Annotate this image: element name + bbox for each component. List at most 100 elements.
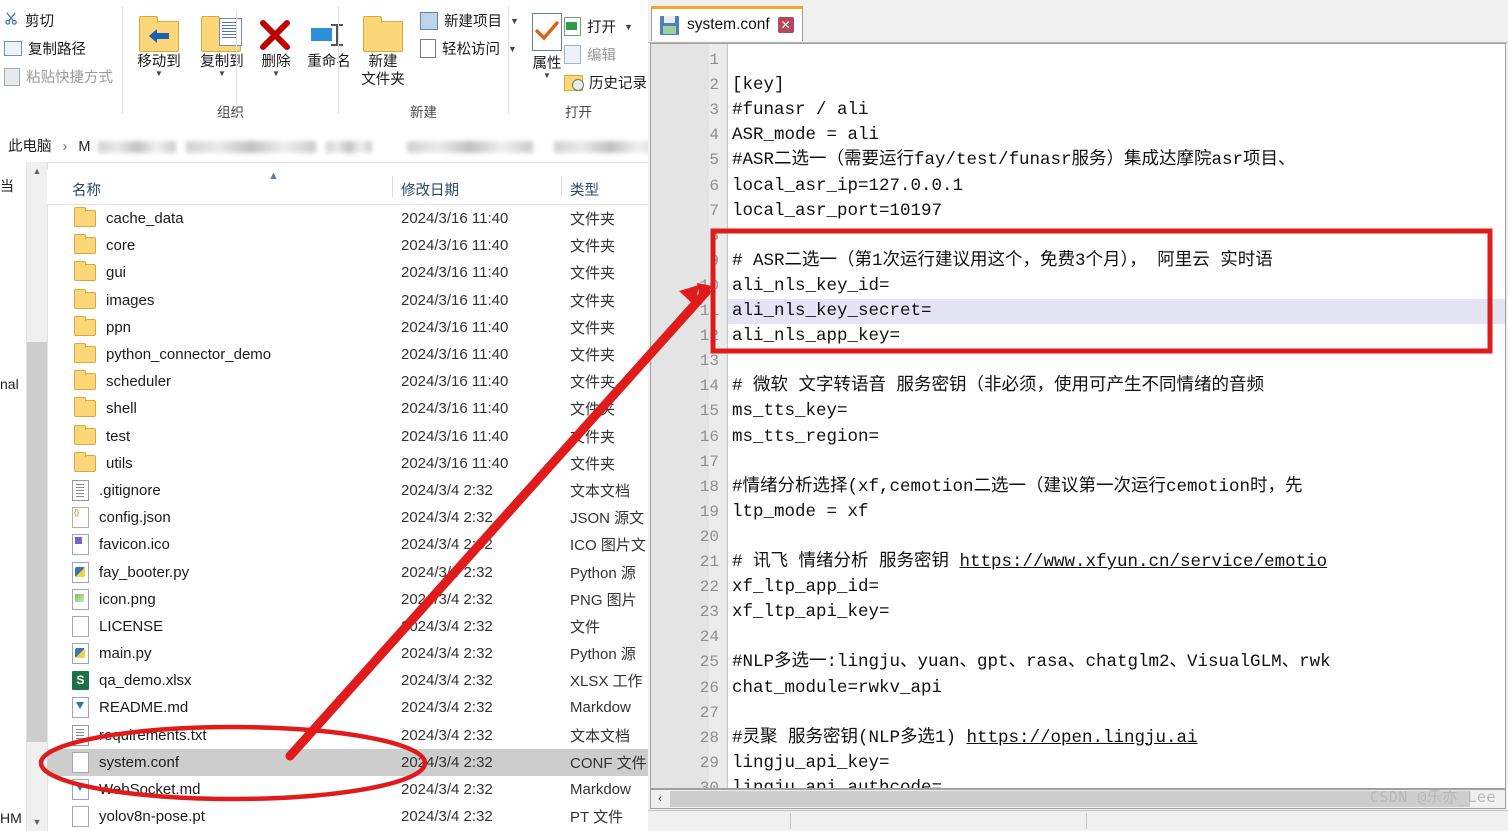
table-row[interactable]: README.md 2024/3/4 2:32 Markdow	[47, 694, 648, 721]
code-line[interactable]: ms_tts_key=	[732, 399, 848, 424]
file-name-label: WebSocket.md	[99, 781, 201, 799]
code-line[interactable]: # 讯飞 情绪分析 服务密钥 https://www.xfyun.cn/serv…	[732, 550, 1327, 575]
file-list[interactable]: cache_data 2024/3/16 11:40 文件夹 core 2024/3/1…	[47, 205, 648, 831]
code-line[interactable]: #NLP多选一:lingju、yuan、gpt、rasa、chatglm2、Vi…	[732, 650, 1331, 675]
ribbon-move-to-button[interactable]: 移动到 ▼	[128, 16, 190, 78]
file-name-label: test	[106, 427, 131, 445]
code-line[interactable]: ms_tts_region=	[732, 425, 879, 450]
code-line[interactable]: ASR_mode = ali	[732, 123, 879, 148]
code-link[interactable]: https://www.xfyun.cn/service/emotio	[960, 552, 1328, 572]
code-line[interactable]: #灵聚 服务密钥(NLP多选1) https://open.lingju.ai	[732, 726, 1198, 751]
ribbon-copy-path-button[interactable]: 复制路径	[4, 38, 86, 59]
file-name-label: config.json	[99, 509, 171, 527]
close-icon[interactable]: ✕	[777, 17, 794, 33]
scroll-left-arrow-icon[interactable]: ‹	[651, 790, 669, 808]
code-line[interactable]: local_asr_port=10197	[732, 199, 942, 224]
editor-tab-system-conf[interactable]: system.conf ✕	[651, 6, 803, 41]
file-date-cell: 2024/3/16 11:40	[401, 373, 509, 391]
code-line[interactable]: lingju_api_authcode=	[732, 776, 942, 788]
code-line[interactable]: lingju_api_key=	[732, 751, 890, 776]
table-row[interactable]: icon.png 2024/3/4 2:32 PNG 图片	[47, 586, 648, 613]
breadcrumb-redacted-4	[406, 141, 533, 154]
code-line[interactable]: #ASR二选一（需要运行fay/test/funasr服务）集成达摩院asr项目…	[732, 148, 1296, 173]
ribbon-new-folder-button[interactable]: 新建 文件夹	[351, 16, 415, 88]
navigation-pane[interactable]: 当 nal HM	[0, 162, 26, 831]
nav-fragment-3[interactable]: HM	[0, 810, 22, 826]
code-line[interactable]: ali_nls_key_secret=	[732, 299, 932, 324]
ribbon-copy-to-button[interactable]: 复制到 ▼	[191, 16, 253, 78]
address-bar[interactable]: 此电脑 › M	[0, 126, 648, 163]
column-divider-2[interactable]	[561, 176, 562, 197]
code-line-text: ali_nls_app_key=	[732, 326, 901, 347]
code-line[interactable]: chat_module=rwkv_api	[732, 676, 942, 701]
table-row[interactable]: shell 2024/3/16 11:40 文件夹	[47, 395, 648, 422]
table-row[interactable]: fay_booter.py 2024/3/4 2:32 Python 源	[47, 558, 648, 585]
table-row[interactable]: LICENSE 2024/3/4 2:32 文件	[47, 613, 648, 640]
code-area[interactable]: 1 2 3 4 5 6 7 8 9 10 11 12 13 14 15 16 17 18 19 20 21 22 23 24 2…	[650, 43, 1506, 789]
table-row[interactable]: gui 2024/3/16 11:40 文件夹	[47, 259, 648, 286]
code-line[interactable]: # ASR二选一（第1次运行建议用这个，免费3个月）， 阿里云 实时语	[732, 249, 1273, 274]
table-row[interactable]: scheduler 2024/3/16 11:40 文件夹	[47, 368, 648, 395]
code-line[interactable]: xf_ltp_api_key=	[732, 600, 890, 625]
table-row[interactable]: requirements.txt 2024/3/4 2:32 文本文档	[47, 722, 648, 749]
code-line-text: ltp_mode = xf	[732, 501, 869, 522]
table-row[interactable]: utils 2024/3/16 11:40 文件夹	[47, 450, 648, 477]
nav-fragment-1[interactable]: 当	[0, 176, 14, 196]
table-row[interactable]: images 2024/3/16 11:40 文件夹	[47, 287, 648, 314]
scroll-down-arrow-icon[interactable]: ▼	[27, 813, 47, 831]
code-text[interactable]: [key] #funasr / ali ASR_mode = ali #ASR二选一（…	[728, 44, 1505, 788]
editor-hscroll-thumb[interactable]	[670, 791, 1470, 807]
code-line[interactable]: local_asr_ip=127.0.0.1	[732, 174, 963, 199]
navigation-scrollbar-thumb[interactable]	[27, 342, 47, 742]
ribbon-open-button[interactable]: 打开 ▼	[564, 16, 633, 37]
code-line[interactable]: ali_nls_key_id=	[732, 274, 890, 299]
ribbon-new-item-button[interactable]: 新建项目 ▼	[420, 10, 519, 31]
code-line[interactable]: [key]	[732, 73, 785, 98]
ribbon-history-button[interactable]: 历史记录	[564, 72, 647, 93]
code-line[interactable]: # 微软 文字转语音 服务密钥（非必须，使用可产生不同情绪的音频	[732, 374, 1264, 399]
code-link[interactable]: https://open.lingju.ai	[967, 728, 1198, 748]
ribbon-paste-shortcut-button[interactable]: 粘贴快捷方式	[4, 66, 113, 87]
table-row[interactable]: ppn 2024/3/16 11:40 文件夹	[47, 314, 648, 341]
code-line[interactable]: #情绪分析选择(xf,cemotion二选一（建议第一次运行cemotion时，…	[732, 475, 1303, 500]
code-line[interactable]: ltp_mode = xf	[732, 500, 869, 525]
breadcrumb-root[interactable]: 此电脑	[8, 139, 52, 155]
table-row[interactable]: .gitignore 2024/3/4 2:32 文本文档	[47, 477, 648, 504]
code-line[interactable]: ali_nls_app_key=	[732, 324, 900, 349]
file-date-cell: 2024/3/16 11:40	[401, 318, 509, 336]
navigation-scrollbar[interactable]: ▲ ▼	[26, 162, 48, 831]
ribbon-easy-access-button[interactable]: 轻松访问 ▼	[420, 38, 517, 59]
table-row[interactable]: cache_data 2024/3/16 11:40 文件夹	[47, 205, 648, 232]
table-row[interactable]: Sqa_demo.xlsx 2024/3/4 2:32 XLSX 工作	[47, 667, 648, 694]
code-line[interactable]: #funasr / ali	[732, 98, 869, 123]
code-line[interactable]: xf_ltp_app_id=	[732, 575, 879, 600]
column-header-name[interactable]: 名称	[72, 179, 101, 200]
column-header-type[interactable]: 类型	[570, 179, 599, 200]
table-row[interactable]: system.conf 2024/3/4 2:32 CONF 文件	[47, 748, 648, 776]
line-number: 24	[699, 628, 719, 647]
column-divider-1[interactable]	[392, 176, 393, 197]
file-date-cell: 2024/3/16 11:40	[401, 427, 509, 445]
table-row[interactable]: config.json 2024/3/4 2:32 JSON 源文	[47, 504, 648, 531]
code-line-text: # 微软 文字转语音 服务密钥（非必须，使用可产生不同情绪的音频	[732, 376, 1265, 397]
breadcrumb-second[interactable]: M	[78, 139, 90, 155]
table-row[interactable]: test 2024/3/16 11:40 文件夹	[47, 423, 648, 450]
scroll-up-arrow-icon[interactable]: ▲	[27, 162, 47, 180]
folder-icon	[74, 207, 96, 228]
file-date-cell: 2024/3/16 11:40	[401, 454, 509, 472]
breadcrumb-redacted-2	[185, 141, 316, 154]
file-name-label: main.py	[99, 645, 152, 663]
table-row[interactable]: favicon.ico 2024/3/4 2:32 ICO 图片文	[47, 531, 648, 558]
line-number: 11	[699, 302, 719, 320]
table-row[interactable]: core 2024/3/16 11:40 文件夹	[47, 232, 648, 259]
chevron-down-icon: ▼	[272, 69, 280, 79]
ribbon-cut-button[interactable]: 剪切	[4, 10, 54, 31]
nav-fragment-2[interactable]: nal	[0, 376, 19, 392]
column-header-date[interactable]: 修改日期	[401, 179, 459, 200]
table-row[interactable]: WebSocket.md 2024/3/4 2:32 Markdow	[47, 776, 648, 803]
table-row[interactable]: yolov8n-pose.pt 2024/3/4 2:32 PT 文件	[47, 803, 648, 830]
ribbon-edit-button[interactable]: 编辑	[564, 44, 616, 65]
file-type-cell: 文件夹	[570, 455, 616, 473]
table-row[interactable]: python_connector_demo 2024/3/16 11:40 文件夹	[47, 341, 648, 368]
table-row[interactable]: main.py 2024/3/4 2:32 Python 源	[47, 640, 648, 667]
